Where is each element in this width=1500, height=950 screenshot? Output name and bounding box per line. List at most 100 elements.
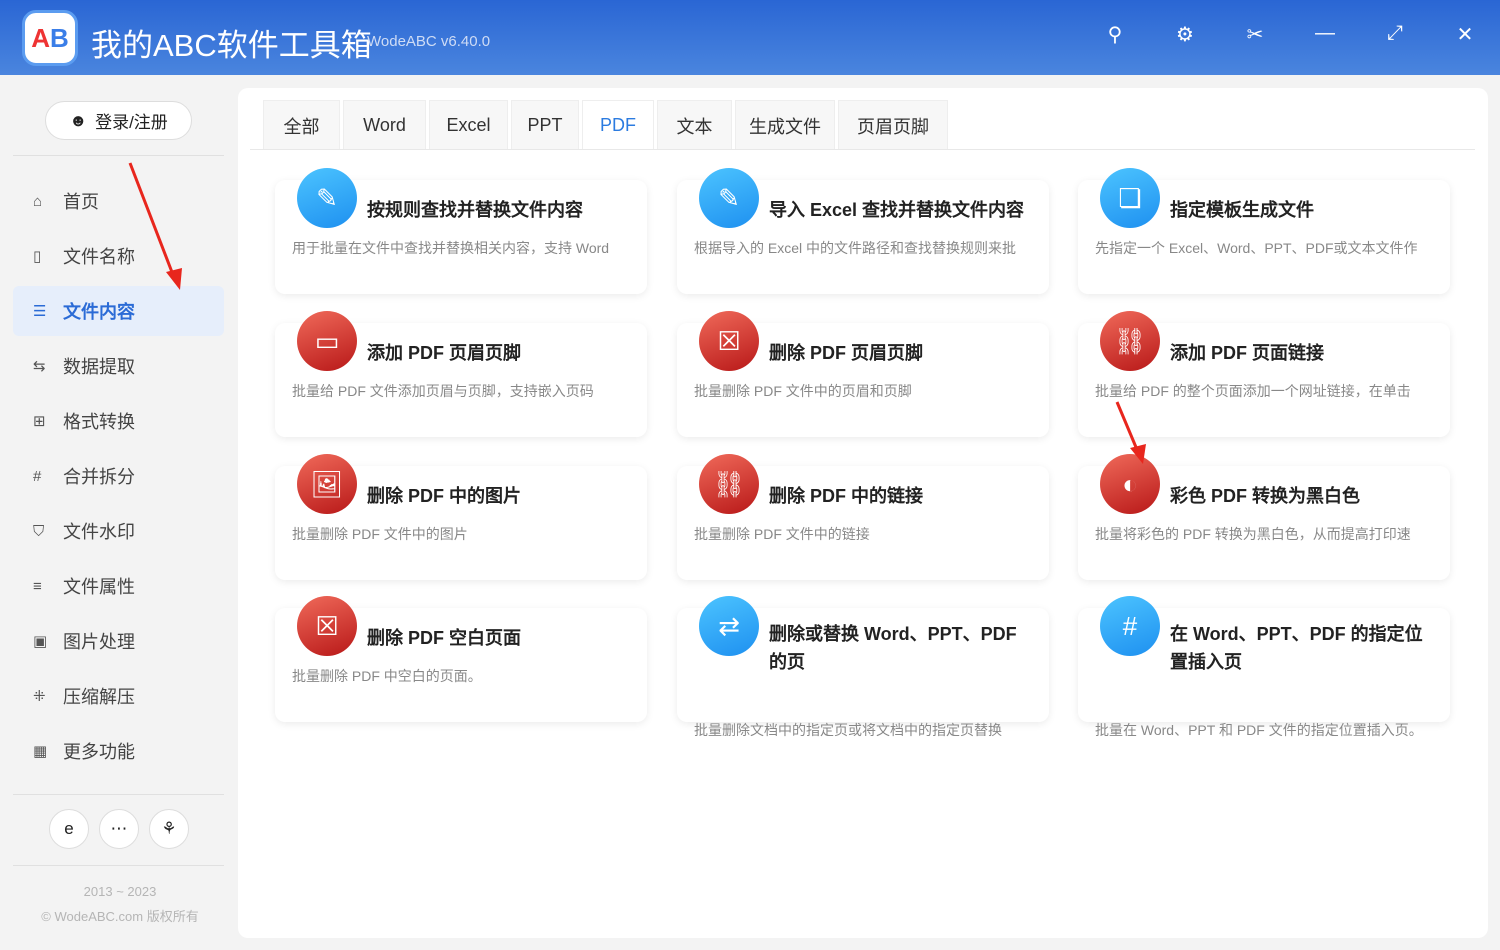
- sidebar-item-label: 数据提取: [63, 357, 135, 377]
- tool-title: 指定模板生成文件: [1170, 200, 1314, 220]
- sidebar-item[interactable]: ▦ 更多功能: [13, 726, 224, 776]
- tool-description: 批量在 Word、PPT 和 PDF 文件的指定位置插入页。: [1095, 722, 1423, 738]
- tool-icon: ▭: [297, 311, 357, 371]
- tool-title: 按规则查找并替换文件内容: [367, 200, 583, 220]
- sidebar-item[interactable]: ▯ 文件名称: [13, 231, 224, 281]
- minimize-icon[interactable]: —: [1290, 22, 1360, 47]
- scissors-icon[interactable]: ✂: [1220, 22, 1290, 47]
- sidebar-item[interactable]: ▣ 图片处理: [13, 616, 224, 666]
- tool-card[interactable]: ❏ 指定模板生成文件先指定一个 Excel、Word、PPT、PDF或文本文件作: [1078, 168, 1450, 294]
- tab[interactable]: PPT: [511, 100, 579, 150]
- sidebar-item[interactable]: ⌂ 首页: [13, 176, 224, 226]
- tool-title: 删除 PDF 页眉页脚: [769, 343, 924, 363]
- tab[interactable]: 页眉页脚: [838, 100, 948, 150]
- tool-title: 添加 PDF 页眉页脚: [367, 343, 522, 363]
- sidebar-item[interactable]: ⇆ 数据提取: [13, 341, 224, 391]
- hash-icon: #: [33, 467, 42, 485]
- tool-icon: ☒: [699, 311, 759, 371]
- tool-card[interactable]: ◐ 彩色 PDF 转换为黑白色批量将彩色的 PDF 转换为黑白色，从而提高打印速: [1078, 454, 1450, 580]
- tool-card[interactable]: ▭ 添加 PDF 页眉页脚批量给 PDF 文件添加页眉与页脚，支持嵌入页码: [275, 311, 647, 437]
- tool-card[interactable]: ☒ 删除 PDF 空白页面 批量删除 PDF 中空白的页面。: [275, 596, 647, 722]
- tab[interactable]: 文本: [657, 100, 732, 150]
- tool-card[interactable]: ✎ 导入 Excel 查找并替换文件内容根据导入的 Excel 中的文件路径和查找…: [677, 168, 1049, 294]
- divider: [13, 865, 224, 866]
- list-icon: ☰: [33, 303, 47, 320]
- grid-icon: ▦: [33, 743, 48, 760]
- sidebar-item-label: 合并拆分: [63, 467, 135, 487]
- tab[interactable]: Excel: [429, 100, 508, 150]
- sidebar-item[interactable]: ⛉ 文件水印: [13, 506, 224, 556]
- login-button[interactable]: ☻ 登录/注册: [45, 101, 192, 140]
- tab[interactable]: PDF: [582, 100, 654, 150]
- tool-icon: ⇄: [699, 596, 759, 656]
- tool-title: 在 Word、PPT、PDF 的指定位置插入页: [1170, 624, 1423, 672]
- tool-description: 批量删除 PDF 文件中的页眉和页脚: [694, 383, 912, 399]
- sidebar-item[interactable]: # 合并拆分: [13, 451, 224, 501]
- share-icon[interactable]: ⚘: [149, 809, 189, 849]
- tool-icon: ✎: [699, 168, 759, 228]
- app-version: WodeABC v6.40.0: [367, 33, 491, 50]
- sidebar-item-label: 图片处理: [63, 632, 135, 652]
- browser-icon[interactable]: e: [49, 809, 89, 849]
- tool-description: 批量给 PDF 的整个页面添加一个网址链接，在单击: [1095, 383, 1411, 399]
- tool-description: 批量删除 PDF 中空白的页面。: [292, 668, 482, 684]
- tool-card[interactable]: ☒ 删除 PDF 页眉页脚批量删除 PDF 文件中的页眉和页脚: [677, 311, 1049, 437]
- convert-icon: ⊞: [33, 413, 46, 430]
- tool-icon: ⛓: [699, 454, 759, 514]
- tool-title: 删除 PDF 空白页面: [367, 628, 522, 648]
- tool-card[interactable]: ✎ 按规则查找并替换文件内容用于批量在文件中查找并替换相关内容，支持 Word: [275, 168, 647, 294]
- tool-description: 批量删除文档中的指定页或将文档中的指定页替换: [694, 722, 1002, 738]
- tool-title: 彩色 PDF 转换为黑白色: [1170, 486, 1361, 506]
- sidebar-item[interactable]: ⊞ 格式转换: [13, 396, 224, 446]
- sidebar-item[interactable]: ⁜ 压缩解压: [13, 671, 224, 721]
- sidebar-item-label: 文件属性: [63, 577, 135, 597]
- sidebar-item-label: 压缩解压: [63, 687, 135, 707]
- tool-icon: ❏: [1100, 168, 1160, 228]
- tool-title: 删除 PDF 中的图片: [367, 486, 522, 506]
- tab[interactable]: 全部: [263, 100, 340, 150]
- tool-description: 先指定一个 Excel、Word、PPT、PDF或文本文件作: [1095, 240, 1418, 256]
- tool-card[interactable]: 🖼 删除 PDF 中的图片 批量删除 PDF 文件中的图片: [275, 454, 647, 580]
- tool-title: 删除或替换 Word、PPT、PDF 的页: [769, 624, 1017, 672]
- properties-icon: ≡: [33, 577, 42, 595]
- divider: [13, 155, 224, 156]
- divider: [13, 794, 224, 795]
- tool-icon: ✎: [297, 168, 357, 228]
- tab[interactable]: 生成文件: [735, 100, 835, 150]
- user-icon: ☻: [69, 110, 88, 130]
- tool-title: 导入 Excel 查找并替换文件内容: [769, 200, 1025, 220]
- tool-card[interactable]: ⇄ 删除或替换 Word、PPT、PDF 的页批量删除文档中的指定页或将文档中的指…: [677, 596, 1049, 738]
- image-icon: ▣: [33, 633, 48, 650]
- years: 2013 ~ 2023: [83, 884, 157, 899]
- search-icon[interactable]: ⚲: [1080, 22, 1150, 47]
- tool-title: 删除 PDF 中的链接: [769, 486, 924, 506]
- gear-icon[interactable]: ⚙: [1150, 22, 1220, 47]
- sidebar-item[interactable]: ≡ 文件属性: [13, 561, 224, 611]
- tool-description: 根据导入的 Excel 中的文件路径和查找替换规则来批: [694, 240, 1017, 256]
- tool-card[interactable]: ⛓ 删除 PDF 中的链接批量删除 PDF 文件中的链接: [677, 454, 1049, 580]
- close-icon[interactable]: ✕: [1430, 22, 1500, 47]
- sidebar-item-label: 文件名称: [63, 247, 135, 267]
- tool-description: 用于批量在文件中查找并替换相关内容，支持 Word: [292, 240, 610, 256]
- tool-title: 添加 PDF 页面链接: [1170, 343, 1325, 363]
- title-bar: AB 我的ABC软件工具箱 WodeABC v6.40.0 ⚲ ⚙ ✂ — ⤢ …: [0, 0, 1500, 75]
- tool-icon: ◐: [1100, 454, 1160, 514]
- compress-icon: ⁜: [33, 688, 46, 705]
- tool-card[interactable]: # 在 Word、PPT、PDF 的指定位置插入页 批量在 Word、PPT 和 P…: [1078, 596, 1450, 738]
- app-title: 我的ABC软件工具箱: [91, 28, 372, 63]
- copyright: © WodeABC.com 版权所有: [41, 909, 199, 924]
- tab-divider: [250, 149, 1475, 150]
- tool-description: 批量删除 PDF 文件中的链接: [694, 526, 870, 542]
- tool-card[interactable]: ⛓ 添加 PDF 页面链接 批量给 PDF 的整个页面添加一个网址链接，在单击: [1078, 311, 1450, 437]
- sidebar-item[interactable]: ☰ 文件内容: [13, 286, 224, 336]
- tool-description: 批量将彩色的 PDF 转换为黑白色，从而提高打印速: [1095, 526, 1411, 542]
- tab[interactable]: Word: [343, 100, 426, 150]
- sidebar: ☻ 登录/注册 ⌂ 首页 ▯ 文件名称 ☰ 文件内容 ⇆ 数据提取 ⊞ 格式转换 # 合并拆分 ⛉ 文件水印…: [0, 75, 225, 950]
- chat-icon[interactable]: ⋯: [99, 809, 139, 849]
- file-icon: ▯: [33, 248, 42, 265]
- app-logo: AB: [22, 10, 78, 66]
- home-icon: ⌂: [33, 192, 43, 210]
- maximize-icon[interactable]: ⤢: [1360, 22, 1430, 47]
- sidebar-item-label: 首页: [63, 192, 99, 212]
- tool-description: 批量给 PDF 文件添加页眉与页脚，支持嵌入页码: [292, 383, 594, 399]
